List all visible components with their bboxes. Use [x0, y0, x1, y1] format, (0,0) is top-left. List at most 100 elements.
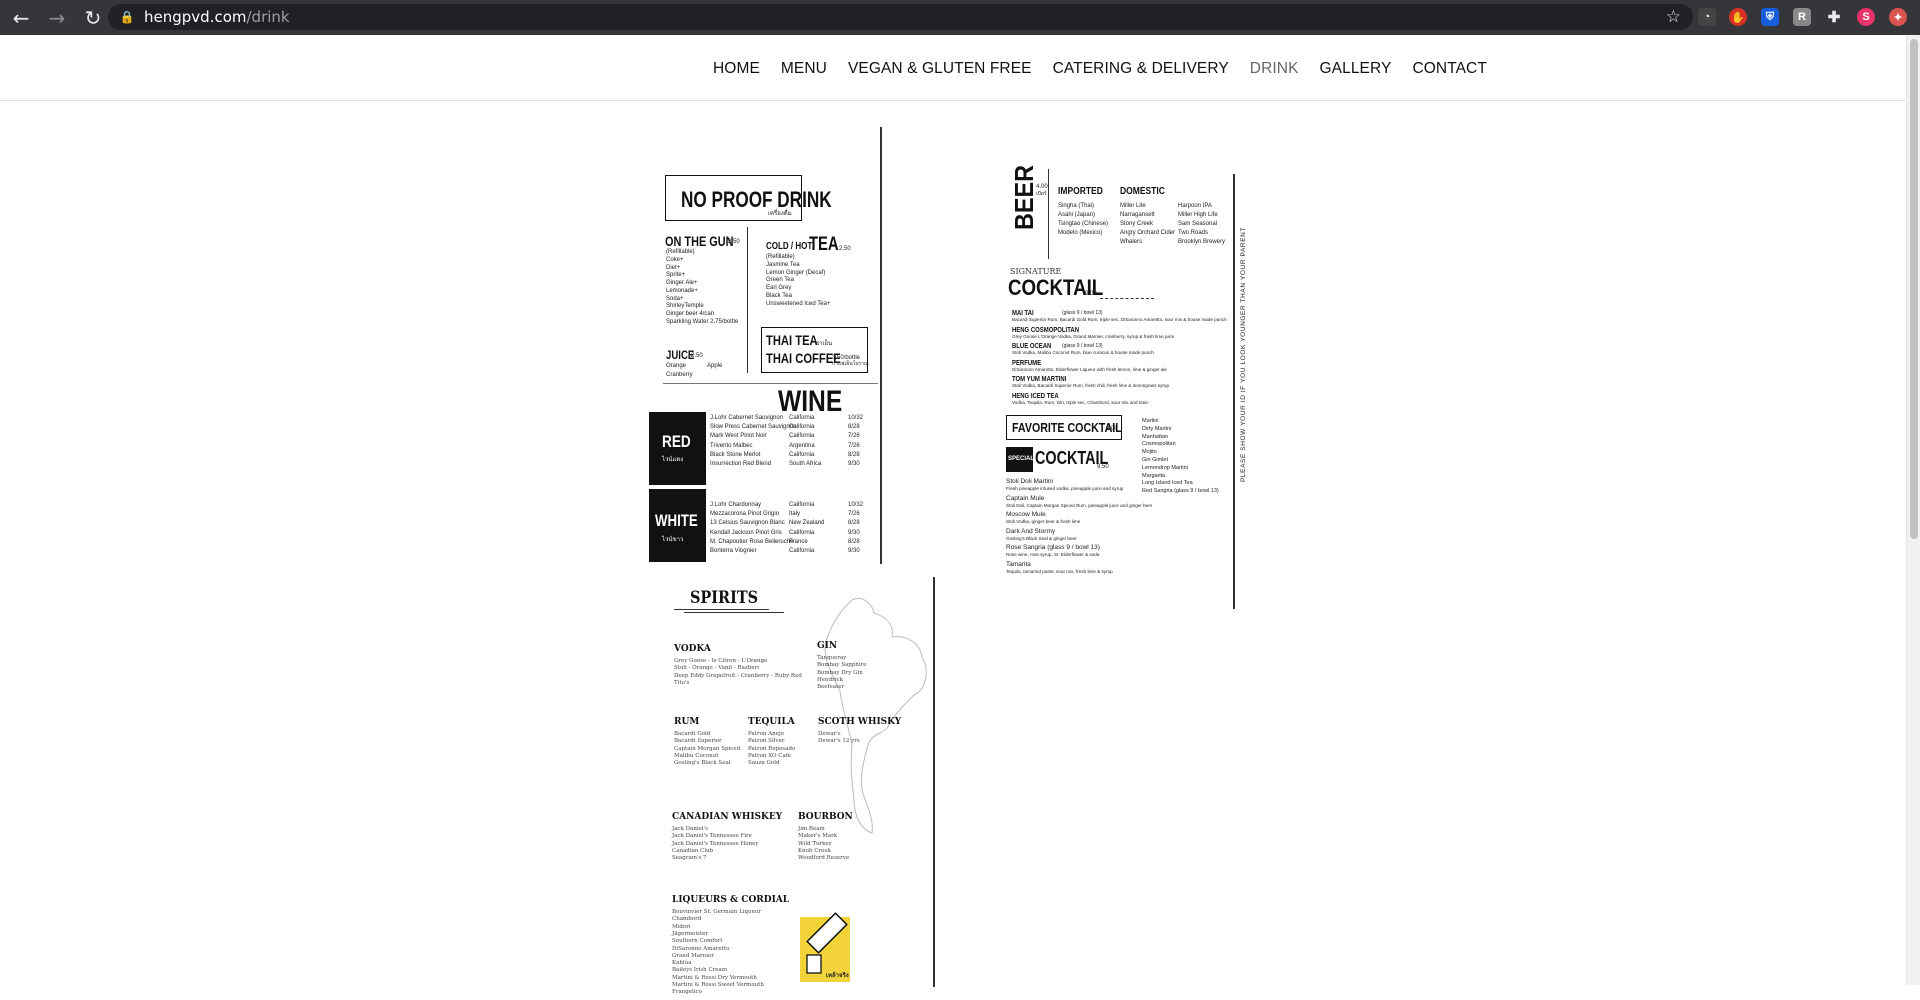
imported-beer-item: Singha (Thai): [1058, 203, 1095, 209]
red-wine-name: Mark West Pinot Noir: [710, 433, 767, 440]
extension-shield-icon[interactable]: ⛨: [1761, 8, 1779, 26]
tea-price: 2.50: [839, 246, 851, 252]
no-proof-thai: เครื่องดื่ม: [768, 211, 792, 217]
spirits-liqueur-item: Southern Comfort: [672, 938, 723, 945]
white-wine-price: 10/32: [848, 502, 864, 508]
special-cocktail-desc: Gosling's Black Seal & ginger beer: [1006, 535, 1077, 541]
extension-grey-icon[interactable]: R: [1793, 8, 1811, 26]
nav-item-menu[interactable]: MENU: [781, 60, 827, 78]
favorite-cocktail-item: Cosmopolitan: [1142, 441, 1176, 448]
on-the-gun-item: Diet+: [666, 264, 681, 271]
spirits-canadian-item: Jack Daniel's Tennessee Fire: [672, 833, 752, 840]
signature-cocktail-name: PERFUME: [1012, 359, 1042, 367]
spirits-scotch-title: SCOTH WHISKY: [818, 717, 902, 727]
spirits-liqueur-item: Chambord: [672, 916, 702, 923]
nav-item-home[interactable]: HOME: [713, 60, 760, 78]
spirits-canadian-title: CANADIAN WHISKEY: [672, 812, 783, 822]
domestic-beer-item: Sam Seasonal: [1178, 221, 1218, 227]
domestic-beer-item: Narragansett: [1120, 212, 1155, 218]
dashed-line: [1100, 298, 1154, 299]
address-bar[interactable]: 🔒 hengpvd.com/drink ☆: [108, 4, 1693, 30]
on-the-gun-item: ShirleyTemple: [666, 303, 704, 310]
special-cocktail-name: Captain Mule: [1006, 494, 1045, 502]
special-cocktail-name: Moscow Mule: [1006, 511, 1046, 519]
spirits-liqueur-item: Baileys Irish Cream: [672, 967, 728, 974]
on-the-gun-title: ON THE GUN: [665, 233, 734, 249]
signature-cocktail-note: (glass 9 / bowl 13): [1062, 343, 1103, 350]
site-navigation: HOME MENU VEGAN & GLUTEN FREE CATERING & DE…: [0, 35, 1906, 101]
tea-refill: (Refillable): [766, 254, 795, 260]
nav-item-catering-delivery[interactable]: CATERING & DELIVERY: [1053, 60, 1229, 78]
spirits-liqueur-item: Frangelico: [672, 989, 702, 996]
white-wine-price: 7/26: [848, 511, 860, 518]
tea-item: Lemon Ginger (Decaf): [766, 269, 826, 276]
extension-red-icon[interactable]: ✦: [1889, 8, 1907, 26]
on-the-gun-price: 2.50: [728, 239, 740, 245]
scrollbar-thumb[interactable]: [1910, 39, 1918, 539]
favorite-cocktail-item: Long Island Iced Tea: [1142, 480, 1193, 487]
no-proof-wine-menu-image: NO PROOF DRINK เครื่องดื่ม ON THE GUN 2.…: [645, 127, 885, 567]
favorite-cocktail-item: Red Sangria (glass 9 / bowl 13): [1142, 488, 1219, 494]
spirits-scotch-item: Dewar's: [818, 731, 841, 737]
spirits-gin-title: GIN: [817, 641, 838, 651]
signature-cocktail-desc: DiSaronno Amaretto, Elderflower Liqueur …: [1012, 366, 1167, 372]
extension-hand-icon[interactable]: ✋: [1729, 8, 1747, 26]
special-badge-label: SPECIAL: [1008, 456, 1035, 462]
spirits-liqueur-item: Kahlúa: [672, 960, 692, 967]
signature-cocktail-desc: Stoli Vodka, Bacardi Superior Rum, fresh…: [1012, 383, 1170, 389]
spirits-canadian-item: Canadian Club: [672, 847, 714, 854]
browser-toolbar: ← → ↻ 🔒 hengpvd.com/drink ☆ ◔ ✋ ⛨ R ✚ S …: [0, 0, 1920, 35]
white-label: WHITE: [655, 511, 698, 530]
nav-item-contact[interactable]: CONTACT: [1412, 60, 1486, 78]
back-arrow-icon[interactable]: ←: [6, 3, 36, 33]
spirits-vodka-item: Grey Goose - le Citron - L'Orange: [674, 658, 768, 664]
white-wine-region: California: [789, 502, 815, 508]
spirits-gin-item: Bombay Sapphire: [817, 662, 867, 669]
on-the-gun-item: Sprite+: [666, 272, 686, 279]
red-wine-price: 7/26: [848, 442, 860, 449]
special-cocktail-desc: Stoli Vodka, ginger beer & fresh lime: [1006, 519, 1081, 525]
red-wine-region: Argentina: [789, 442, 815, 449]
spirits-canadian-item: Jack Daniel's: [672, 826, 708, 832]
spirits-liqueur-item: Jägermeister: [672, 930, 709, 937]
nav-item-gallery[interactable]: GALLERY: [1320, 60, 1392, 78]
tea-item: Green Tea: [766, 277, 794, 284]
forward-arrow-icon[interactable]: →: [42, 3, 72, 33]
special-cocktail-desc: Tequila, tamarind paste, sour mix, fresh…: [1006, 569, 1113, 574]
special-cocktail-name: Stoli Doli Martini: [1006, 478, 1053, 485]
spirits-liqueur-title: LIQUEURS & CORDIAL: [672, 895, 790, 905]
signature-cocktail-name: MAI TAI: [1012, 310, 1034, 317]
tea-title-a: COLD / HOT: [766, 241, 813, 252]
nav-item-drink[interactable]: DRINK: [1250, 60, 1299, 78]
bookmark-star-icon[interactable]: ☆: [1666, 7, 1681, 27]
spirits-liqueur-item: Bouvinvier St. Germain Liqueur: [672, 909, 761, 915]
white-wine-price: 9/30: [848, 548, 860, 554]
reload-icon[interactable]: ↻: [78, 3, 108, 33]
spirits-tequila-item: Patron XO Cafe: [748, 752, 792, 759]
signature-cocktail-desc: Stoli Vodka, Malibu Coconut Rum, blue cu…: [1012, 350, 1154, 356]
juice-item: Cranberry: [666, 372, 693, 378]
nav-item-vegan-gluten-free[interactable]: VEGAN & GLUTEN FREE: [848, 60, 1032, 78]
favorite-cocktail-item: Gin Gimlet: [1142, 457, 1168, 463]
special-price: 9.50: [1097, 464, 1109, 470]
thai-tea-thai: ชาเย็น: [815, 341, 833, 347]
white-wine-price: 9/30: [848, 529, 860, 536]
section-divider: [663, 383, 878, 384]
profile-avatar[interactable]: S: [1857, 8, 1875, 26]
extensions-puzzle-icon[interactable]: ✚: [1825, 8, 1843, 26]
spirits-rum-item: Gosling's Black Seal: [674, 760, 731, 767]
extension-rainbow-icon[interactable]: ◔: [1698, 8, 1716, 26]
beer-price: 4.00: [1036, 184, 1048, 190]
signature-cocktail-name: BLUE OCEAN: [1012, 343, 1052, 351]
white-wine-region: California: [789, 529, 815, 536]
spirits-tequila-item: Patron Anejo: [748, 731, 784, 737]
spirits-gin-item: Tanqueray: [817, 655, 847, 661]
domestic-beer-item: Whalers: [1120, 239, 1143, 245]
spirits-canadian-item: Jack Daniel's Tennessee Honey: [672, 840, 759, 847]
favorite-cocktail-item: Lemondrop Martini: [1142, 464, 1188, 471]
page-scrollbar[interactable]: [1906, 35, 1920, 985]
white-thai: ไวน์ขาว: [662, 537, 684, 543]
juice-item: Orange: [666, 363, 687, 369]
domestic-title: DOMESTIC: [1120, 186, 1165, 197]
red-wine-name: Trivento Malbec: [710, 442, 753, 449]
